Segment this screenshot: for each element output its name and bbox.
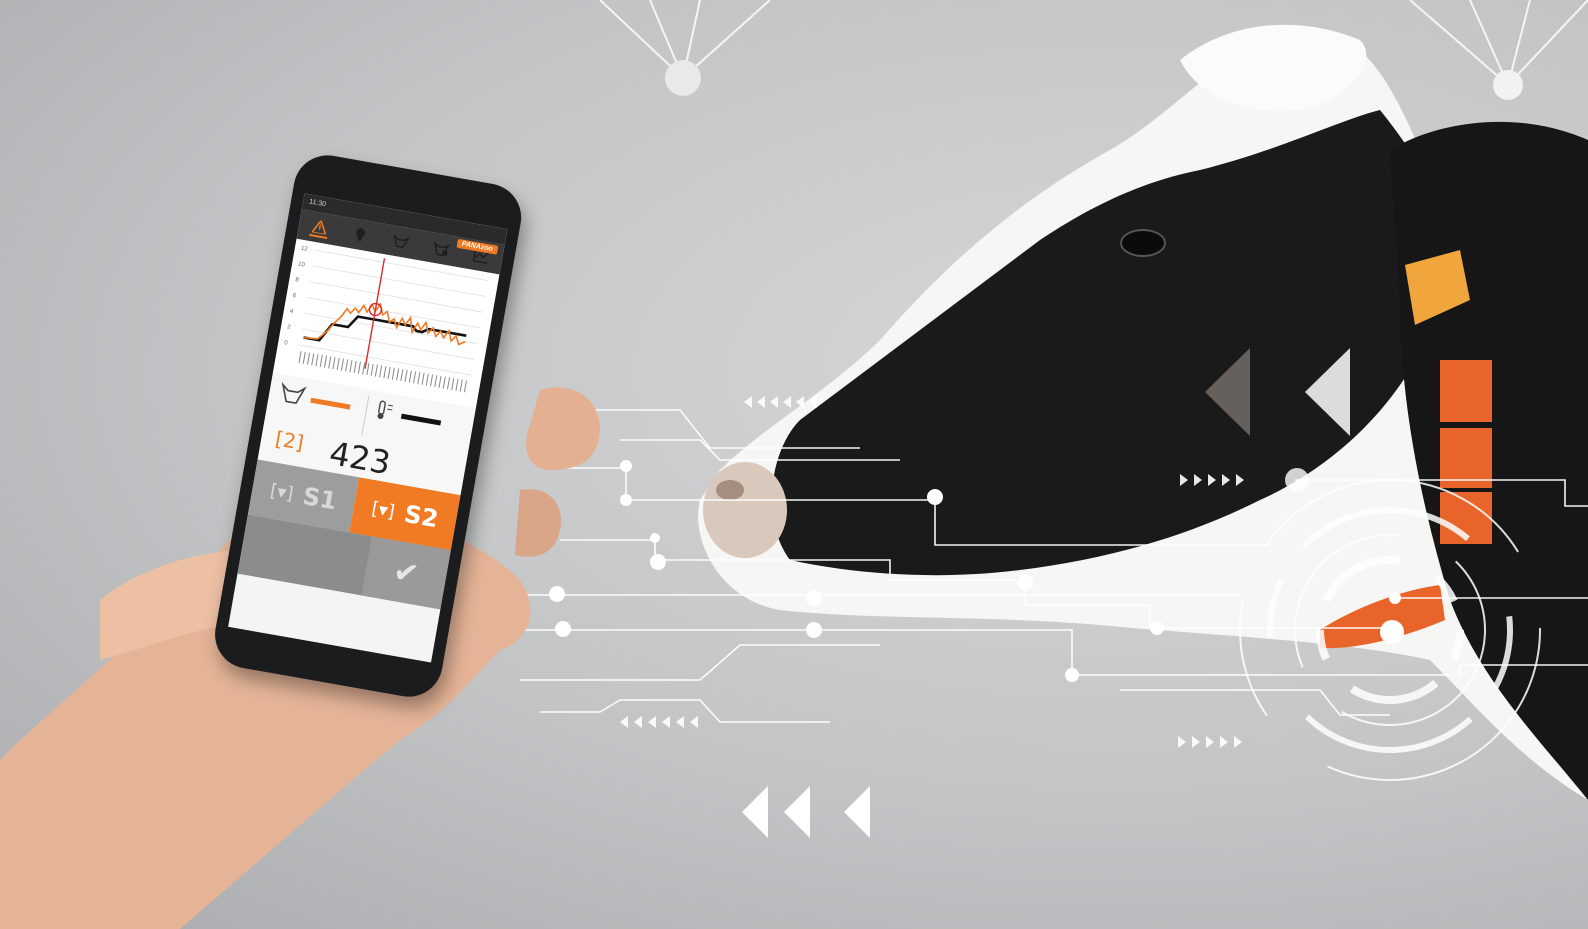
divider [361, 395, 370, 436]
x-tick [434, 375, 438, 388]
y-tick-label: 6 [292, 293, 297, 300]
x-tick [396, 368, 400, 381]
x-tick [413, 371, 417, 384]
x-tick [408, 370, 412, 383]
hub-node-left [665, 60, 701, 96]
x-tick [451, 378, 455, 391]
y-tick-label: 8 [295, 277, 300, 284]
x-tick [417, 372, 421, 385]
grid-line [309, 281, 483, 313]
x-tick [323, 355, 328, 368]
x-tick [306, 352, 311, 365]
x-tick [315, 354, 319, 367]
filter-icon: [▾] [370, 497, 397, 523]
x-tick [404, 369, 408, 382]
selection-indicator[interactable]: [2] [274, 426, 306, 455]
s1-label: S1 [300, 481, 339, 516]
x-tick [353, 360, 357, 373]
decorative-background [0, 0, 1588, 929]
x-tick [374, 364, 378, 377]
activity-legend-swatch [310, 397, 351, 410]
bulb-icon[interactable] [350, 224, 371, 245]
y-tick-label: 0 [284, 340, 289, 347]
s2-label: S2 [402, 499, 441, 534]
x-tick [332, 357, 336, 370]
check-icon: ✔ [390, 554, 422, 592]
x-tick [336, 357, 340, 370]
x-tick [298, 351, 302, 364]
x-tick [391, 367, 395, 380]
filter-icon: [▾] [268, 479, 296, 505]
x-tick [442, 376, 446, 389]
x-tick [357, 361, 361, 374]
y-tick-label: 4 [289, 309, 294, 316]
x-tick [455, 378, 459, 391]
x-tick [379, 365, 383, 378]
y-tick-label: 2 [286, 324, 291, 331]
temperature-legend-swatch [400, 413, 442, 426]
cow-head [698, 24, 1588, 801]
x-tick [425, 373, 429, 386]
x-tick [383, 366, 387, 379]
x-tick [463, 380, 468, 393]
x-tick [438, 375, 442, 388]
x-tick [302, 351, 306, 364]
x-tick [421, 372, 425, 385]
baseline-series [303, 315, 467, 342]
x-tick [345, 359, 349, 372]
x-tick [349, 360, 353, 373]
x-tick [446, 377, 451, 390]
thermometer-icon [377, 400, 394, 420]
x-tick [366, 363, 370, 376]
cow-health-icon[interactable] [431, 239, 452, 260]
y-tick-label: 10 [298, 261, 306, 268]
x-tick [328, 356, 332, 369]
confirm-button[interactable]: ✔ [361, 536, 451, 610]
network-hub-right [1409, 0, 1588, 86]
cow-icon [281, 382, 307, 405]
hero-scene: 11:30 PANAzoo 12 10 8 6 4 2 0 [2] 423 [▾… [0, 0, 1588, 929]
x-tick [430, 374, 434, 387]
grid-line [311, 265, 486, 297]
warning-icon[interactable] [308, 216, 331, 239]
x-tick [459, 379, 463, 392]
hub-node-right [1493, 70, 1523, 100]
x-tick [319, 354, 323, 367]
x-tick [370, 363, 374, 376]
y-tick-label: 12 [300, 246, 308, 253]
x-tick [311, 353, 315, 366]
cow-icon[interactable] [390, 231, 411, 252]
x-tick [387, 366, 391, 379]
status-time: 11:30 [308, 198, 327, 209]
x-tick [340, 358, 344, 371]
x-tick [400, 369, 404, 382]
